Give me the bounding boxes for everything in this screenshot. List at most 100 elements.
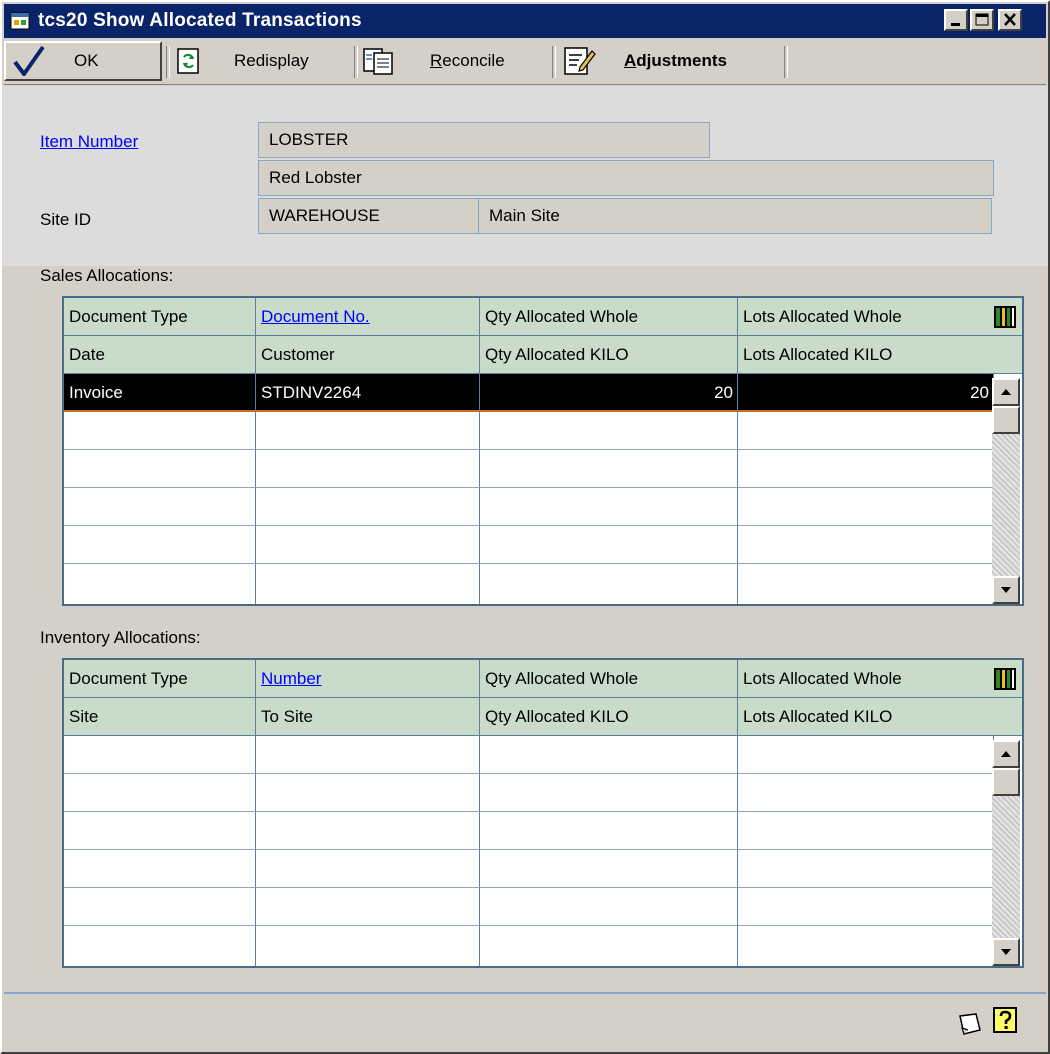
table-row[interactable] [64, 926, 1022, 966]
table-row[interactable]: Invoice STDINV2264 20 20 [64, 374, 1022, 412]
scroll-up-button[interactable] [992, 740, 1020, 768]
cell-empty[interactable] [256, 774, 480, 812]
col-lots-allocated-whole[interactable]: Lots Allocated Whole [738, 660, 1022, 698]
cell-empty[interactable] [64, 450, 256, 488]
cell-empty[interactable] [64, 888, 256, 926]
scroll-down-button[interactable] [992, 938, 1020, 966]
site-id-field[interactable]: WAREHOUSE [258, 198, 480, 234]
cell-document-type[interactable]: Invoice [64, 374, 256, 412]
cell-empty[interactable] [738, 736, 994, 774]
scroll-thumb[interactable] [992, 768, 1020, 796]
redisplay-button[interactable]: Redisplay [176, 42, 309, 80]
item-number-field[interactable]: LOBSTER [258, 122, 710, 158]
table-row[interactable] [64, 812, 1022, 850]
col-to-site[interactable]: To Site [256, 698, 480, 736]
scroll-thumb[interactable] [992, 406, 1020, 434]
cell-empty[interactable] [64, 926, 256, 966]
sales-grid-scrollbar[interactable] [992, 378, 1020, 604]
col-document-type[interactable]: Document Type [64, 298, 256, 336]
scroll-up-button[interactable] [992, 378, 1020, 406]
cell-empty[interactable] [738, 888, 994, 926]
col-date[interactable]: Date [64, 336, 256, 374]
ok-button[interactable]: OK [4, 41, 162, 81]
col-lots-allocated-kilo[interactable]: Lots Allocated KILO [738, 698, 1022, 736]
col-document-type[interactable]: Document Type [64, 660, 256, 698]
column-chooser-icon[interactable] [994, 306, 1016, 328]
table-row[interactable] [64, 850, 1022, 888]
table-row[interactable] [64, 450, 1022, 488]
cell-document-no[interactable]: STDINV2264 [256, 374, 480, 412]
cell-empty[interactable] [480, 774, 738, 812]
cell-empty[interactable] [64, 812, 256, 850]
cell-empty[interactable] [738, 450, 994, 488]
cell-empty[interactable] [480, 926, 738, 966]
col-document-no-link[interactable]: Document No. [256, 298, 480, 336]
cell-empty[interactable] [738, 488, 994, 526]
cell-empty[interactable] [256, 412, 480, 450]
inventory-grid-scrollbar[interactable] [992, 740, 1020, 966]
cell-empty[interactable] [738, 850, 994, 888]
cell-empty[interactable] [64, 774, 256, 812]
cell-empty[interactable] [480, 736, 738, 774]
minimize-button[interactable] [944, 9, 968, 31]
reconcile-button[interactable]: Reconcile [362, 42, 505, 80]
cell-empty[interactable] [480, 526, 738, 564]
cell-empty[interactable] [64, 736, 256, 774]
cell-empty[interactable] [480, 888, 738, 926]
cell-empty[interactable] [738, 774, 994, 812]
cell-empty[interactable] [256, 526, 480, 564]
table-row[interactable] [64, 412, 1022, 450]
table-row[interactable] [64, 526, 1022, 564]
note-icon[interactable] [954, 1010, 984, 1038]
cell-empty[interactable] [480, 812, 738, 850]
cell-empty[interactable] [480, 850, 738, 888]
cell-empty[interactable] [256, 926, 480, 966]
cell-empty[interactable] [738, 564, 994, 604]
cell-qty-allocated[interactable]: 20 [480, 374, 738, 412]
cell-empty[interactable] [256, 812, 480, 850]
cell-empty[interactable] [256, 888, 480, 926]
col-lots-allocated-whole[interactable]: Lots Allocated Whole [738, 298, 1022, 336]
cell-empty[interactable] [738, 526, 994, 564]
close-button[interactable] [998, 9, 1022, 31]
col-qty-allocated-whole[interactable]: Qty Allocated Whole [480, 298, 738, 336]
cell-empty[interactable] [64, 850, 256, 888]
cell-empty[interactable] [256, 850, 480, 888]
cell-empty[interactable] [480, 488, 738, 526]
col-site[interactable]: Site [64, 698, 256, 736]
cell-empty[interactable] [480, 564, 738, 604]
cell-empty[interactable] [480, 450, 738, 488]
cell-empty[interactable] [64, 488, 256, 526]
col-customer[interactable]: Customer [256, 336, 480, 374]
cell-empty[interactable] [738, 812, 994, 850]
help-icon[interactable] [992, 1006, 1020, 1036]
col-lots-allocated-kilo[interactable]: Lots Allocated KILO [738, 336, 1022, 374]
cell-empty[interactable] [256, 488, 480, 526]
column-chooser-icon[interactable] [994, 668, 1016, 690]
col-qty-allocated-kilo[interactable]: Qty Allocated KILO [480, 336, 738, 374]
cell-empty[interactable] [64, 412, 256, 450]
maximize-button[interactable] [970, 9, 994, 31]
table-row[interactable] [64, 736, 1022, 774]
adjustments-button[interactable]: Adjustments [562, 42, 727, 80]
cell-empty[interactable] [738, 412, 994, 450]
table-row[interactable] [64, 888, 1022, 926]
cell-empty[interactable] [64, 526, 256, 564]
item-number-link[interactable]: Item Number [40, 132, 138, 152]
cell-empty[interactable] [256, 564, 480, 604]
table-row[interactable] [64, 774, 1022, 812]
col-number-link[interactable]: Number [256, 660, 480, 698]
cell-empty[interactable] [738, 926, 994, 966]
cell-empty[interactable] [480, 412, 738, 450]
table-row[interactable] [64, 488, 1022, 526]
cell-empty[interactable] [256, 736, 480, 774]
table-row[interactable] [64, 564, 1022, 604]
cell-lots-allocated[interactable]: 20 [738, 374, 994, 412]
title-bar[interactable]: tcs20 Show Allocated Transactions [4, 4, 1046, 38]
col-qty-allocated-whole[interactable]: Qty Allocated Whole [480, 660, 738, 698]
cell-empty[interactable] [256, 450, 480, 488]
grid-header-row: Site To Site Qty Allocated KILO Lots All… [64, 698, 1022, 736]
cell-empty[interactable] [64, 564, 256, 604]
scroll-down-button[interactable] [992, 576, 1020, 604]
col-qty-allocated-kilo[interactable]: Qty Allocated KILO [480, 698, 738, 736]
